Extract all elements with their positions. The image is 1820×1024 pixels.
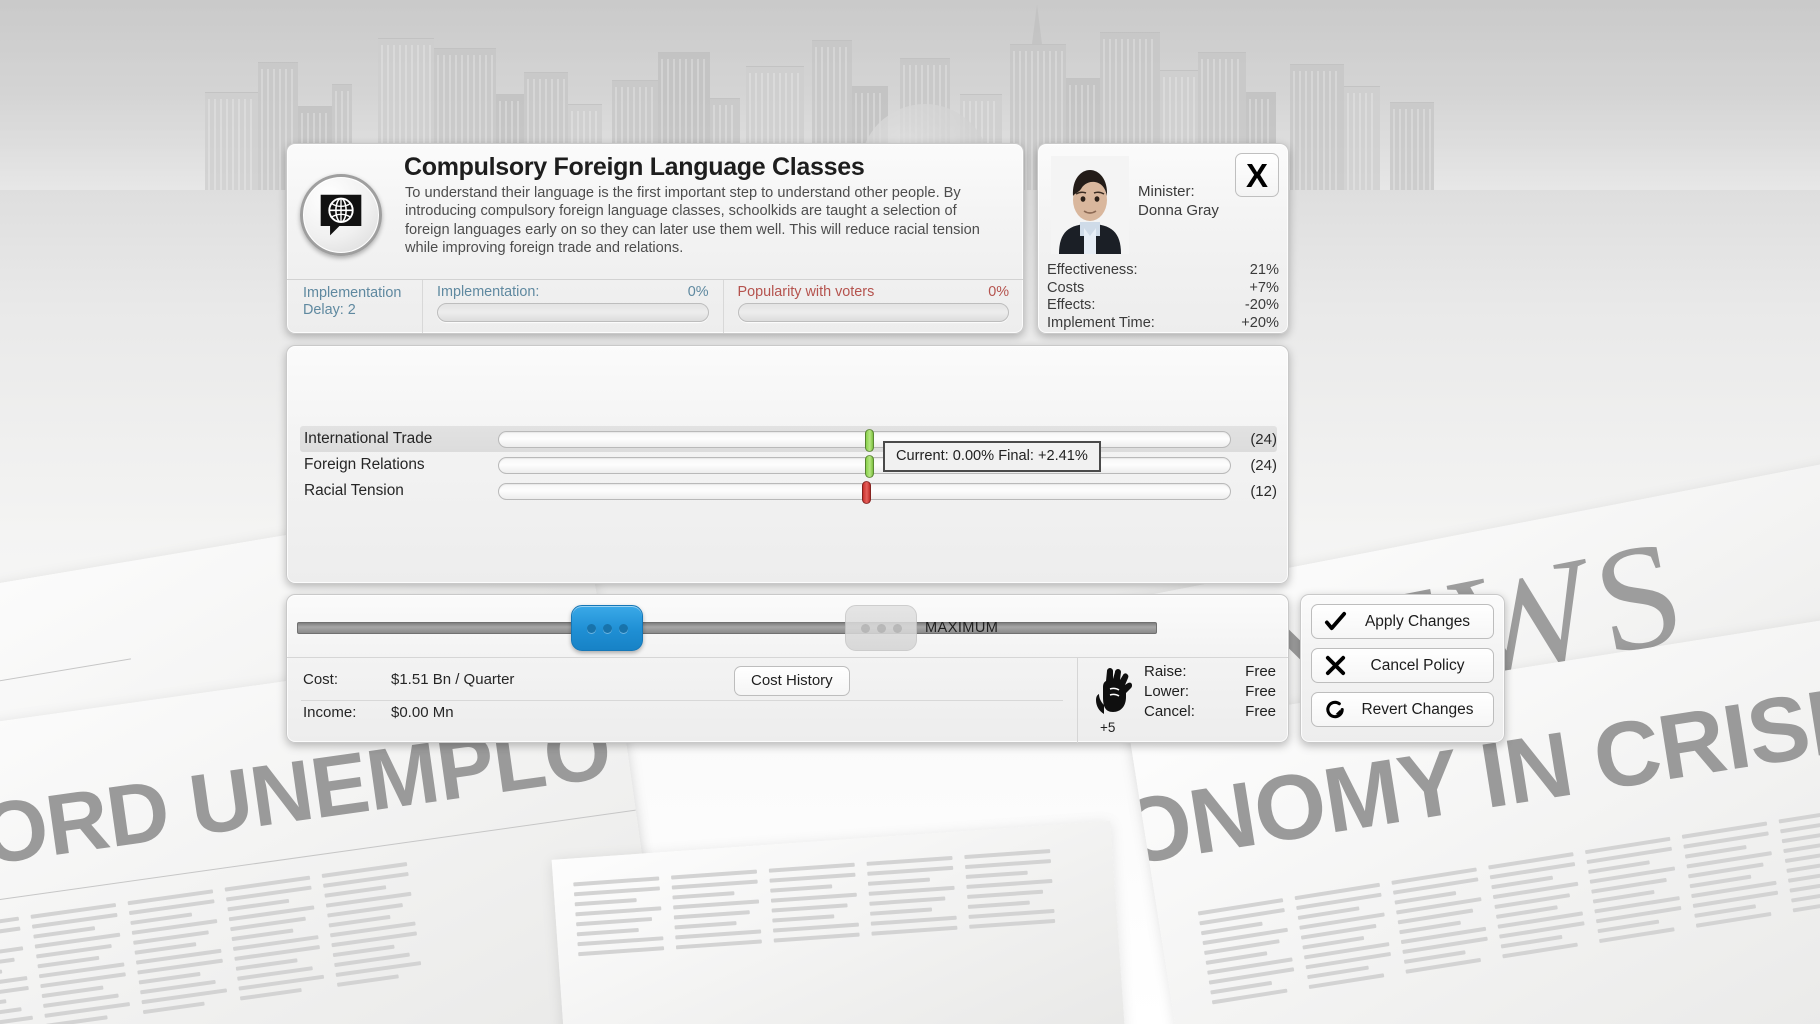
stat-value: +7% [1249,279,1279,296]
stat-label: Effectiveness: [1047,262,1138,278]
policy-header-panel: Compulsory Foreign Language Classes To u… [286,143,1024,334]
implementation-progress-bar [437,303,709,322]
effect-tooltip: Current: 0.00% Final: +2.41% [883,441,1101,472]
handle-dot [892,623,902,633]
raised-fist-icon [1090,664,1138,720]
effect-row-international-trade[interactable]: International Trade (24) [300,426,1277,452]
capital-label: Raise: [1144,663,1187,680]
effect-label: International Trade [304,430,433,447]
political-capital-area: +5 Raise: Free Lower: Free Cancel: Free [1078,658,1288,743]
minister-stat-row: Implement Time: +20% [1047,315,1279,333]
stat-label: Effects: [1047,297,1096,313]
policy-slider-area[interactable]: MAXIMUM [287,595,1288,658]
cost-value: $1.51 Bn / Quarter [391,671,515,688]
capital-label: Cancel: [1144,703,1195,720]
minister-role-label: Minister: [1138,183,1195,200]
popularity-meter: Popularity with voters 0% [724,280,1024,333]
effect-label: Racial Tension [304,482,404,499]
effect-marker-green [864,428,874,452]
actions-panel: Apply Changes Cancel Policy Revert Chang… [1300,594,1505,743]
implementation-delay-label: Implementation Delay: 2 [287,280,423,333]
spire [1032,4,1042,44]
political-capital-bonus: +5 [1100,720,1116,735]
divider [301,700,1063,701]
policy-description: To understand their language is the firs… [405,185,980,256]
cost-details: Cost: $1.51 Bn / Quarter Income: $0.00 M… [287,658,1078,743]
cost-history-button[interactable]: Cost History [734,666,850,696]
effect-row-racial-tension[interactable]: Racial Tension (12) [300,478,1277,504]
implementation-label: Implementation: [437,284,540,300]
capital-value: Free [1245,683,1276,700]
stat-label: Costs [1047,279,1085,296]
minister-info: Minister: Donna Gray [1138,182,1219,220]
handle-dot [876,623,886,633]
popularity-label: Popularity with voters [737,284,875,300]
effects-list: International Trade (24) Foreign Relatio… [300,426,1277,504]
capital-value: Free [1245,663,1276,680]
minister-stats-list: Effectiveness: 21% Costs +7% Effects: -2… [1047,262,1279,332]
page-title: Compulsory Foreign Language Classes [404,153,865,181]
close-button[interactable]: X [1235,153,1279,197]
income-value: $0.00 Mn [391,704,454,721]
capital-row-lower: Lower: Free [1144,682,1276,702]
income-label: Income: [303,704,357,721]
revert-changes-label: Revert Changes [1361,700,1474,718]
effect-value: (12) [1250,482,1277,500]
cost-label: Cost: [303,671,339,688]
capital-label: Lower: [1144,683,1190,700]
popularity-progress-bar [737,303,1009,322]
minister-stat-row: Effects: -20% [1047,297,1279,315]
building [205,92,259,190]
capital-value: Free [1245,703,1276,720]
effect-marker-green [864,454,874,478]
effect-value: (24) [1250,456,1277,474]
avatar [1051,156,1129,254]
implementation-value: 0% [687,284,709,300]
handle-dot [618,623,628,633]
building [1290,64,1344,190]
check-icon [1312,610,1358,633]
apply-changes-label: Apply Changes [1364,612,1471,630]
minister-stat-row: Effectiveness: 21% [1047,262,1279,280]
cost-area: Cost: $1.51 Bn / Quarter Income: $0.00 M… [287,658,1288,743]
capital-row-cancel: Cancel: Free [1144,702,1276,722]
implementation-meter: Implementation: 0% [423,280,724,333]
cancel-policy-label: Cancel Policy [1370,656,1465,674]
handle-dot [860,623,870,633]
slider-handle-current[interactable] [571,605,643,651]
capital-row-raise: Raise: Free [1144,662,1276,682]
stat-label: Implement Time: [1047,314,1155,331]
effect-row-foreign-relations[interactable]: Foreign Relations (24) [300,452,1277,478]
cross-icon [1312,654,1358,677]
apply-changes-button[interactable]: Apply Changes [1311,604,1494,639]
handle-dot [602,623,612,633]
effect-value: (24) [1250,430,1277,448]
implementation-row: Implementation Delay: 2 Implementation: … [287,279,1023,333]
effect-bar[interactable] [498,428,1231,452]
building [1344,86,1380,190]
effect-label: Foreign Relations [304,456,425,473]
handle-dot [586,623,596,633]
effect-bar[interactable] [498,480,1231,504]
stat-value: -20% [1244,297,1279,313]
revert-arrow-icon [1312,698,1358,721]
cancel-policy-button[interactable]: Cancel Policy [1311,648,1494,683]
building [1390,102,1434,190]
minister-panel: Minister: Donna Gray X Effectiveness: 21… [1037,143,1289,334]
policy-effects-panel: International Trade (24) Foreign Relatio… [286,345,1289,584]
slider-track[interactable] [297,622,1157,634]
political-capital-costs: Raise: Free Lower: Free Cancel: Free [1144,662,1276,722]
slider-maximum-label: MAXIMUM [925,620,999,636]
stat-value: +20% [1241,314,1279,331]
minister-stat-row: Costs +7% [1047,280,1279,298]
effect-marker-red [862,480,872,504]
revert-changes-button[interactable]: Revert Changes [1311,692,1494,727]
stat-value: 21% [1249,262,1279,278]
policy-control-panel: MAXIMUM Cost: $1.51 Bn / Quarter Income:… [286,594,1289,743]
effect-bar[interactable] [498,454,1231,478]
popularity-value: 0% [988,284,1009,300]
globe-speech-bubble-icon [300,174,382,256]
minister-name: Donna Gray [1138,202,1219,219]
slider-handle-target[interactable] [845,605,917,651]
